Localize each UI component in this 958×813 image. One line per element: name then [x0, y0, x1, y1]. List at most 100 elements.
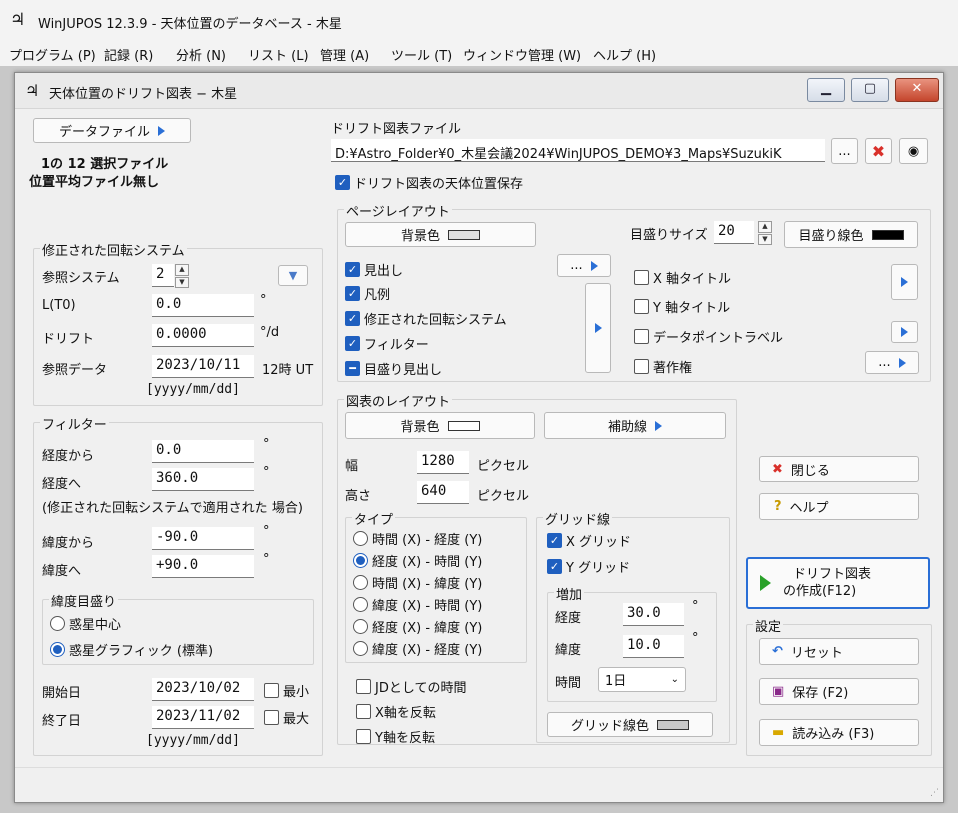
- menu-manage[interactable]: 管理 (A): [320, 45, 369, 64]
- height-field[interactable]: 640: [417, 481, 469, 504]
- checkbox-icon: [264, 683, 279, 698]
- check-data-point-labels[interactable]: データポイントラベル: [634, 327, 783, 346]
- filter-group: フィルター 経度から 0.0 ° 経度へ 360.0 ° (修正された回転システ…: [33, 414, 323, 756]
- eye-icon: ◉: [907, 143, 920, 159]
- type-option-1[interactable]: 経度 (X) - 時間 (Y): [353, 551, 482, 570]
- browse-button[interactable]: ...: [831, 138, 858, 164]
- lon-to-field[interactable]: 360.0: [152, 468, 254, 491]
- check-heading[interactable]: ✓ 見出し: [345, 260, 403, 279]
- app-title: WinJUPOS 12.3.9 - 天体位置のデータベース - 木星: [38, 17, 342, 32]
- window-titlebar: ♃ 天体位置のドリフト図表 − 木星 ▁ ▢ ✕: [15, 73, 943, 109]
- lt0-field[interactable]: 0.0: [152, 294, 254, 317]
- incr-lat-field[interactable]: 10.0: [623, 635, 684, 658]
- radio-planetocentric[interactable]: 惑星中心: [50, 614, 121, 633]
- grid-line-color-button[interactable]: グリッド線色: [547, 712, 713, 737]
- save-positions-checkbox[interactable]: ✓ ドリフト図表の天体位置保存: [335, 173, 523, 192]
- resize-grip-icon[interactable]: ⋰: [930, 788, 939, 798]
- view-file-button[interactable]: ◉: [899, 138, 928, 164]
- selection-info: 1の 12 選択ファイル: [41, 157, 169, 172]
- ref-system-spinner[interactable]: ▲ ▼: [175, 264, 189, 288]
- menu-program[interactable]: プログラム (P): [9, 45, 96, 64]
- copyright-more-button[interactable]: ...: [865, 351, 919, 374]
- menu-help[interactable]: ヘルプ (H): [593, 45, 656, 64]
- check-scale-heading[interactable]: ━ 目盛り見出し: [345, 359, 442, 378]
- scale-size-field[interactable]: 20: [714, 221, 754, 244]
- type-option-3[interactable]: 緯度 (X) - 時間 (Y): [353, 595, 482, 614]
- close-window-button[interactable]: ✕: [895, 78, 939, 102]
- radio-planetographic[interactable]: 惑星グラフィック (標準): [50, 640, 213, 659]
- width-field[interactable]: 1280: [417, 451, 469, 474]
- create-drift-chart-button[interactable]: ドリフト図表 の作成(F12): [746, 557, 930, 609]
- chart-bg-color-button[interactable]: 背景色: [345, 412, 535, 439]
- heading-more-button[interactable]: ...: [557, 254, 611, 277]
- checkbox-checked-icon: ✓: [345, 336, 360, 351]
- type-option-5[interactable]: 緯度 (X) - 経度 (Y): [353, 639, 482, 658]
- axis-title-options-button[interactable]: [891, 264, 918, 300]
- spin-up-icon[interactable]: ▲: [758, 221, 772, 233]
- scale-size-spinner[interactable]: ▲ ▼: [758, 221, 772, 245]
- radio-icon: [353, 597, 368, 612]
- menu-analysis[interactable]: 分析 (N): [176, 45, 226, 64]
- checkbox-checked-icon: ✓: [547, 533, 562, 548]
- check-x-axis-title[interactable]: X 軸タイトル: [634, 268, 731, 287]
- radio-icon: [50, 616, 65, 631]
- y-grid-checkbox[interactable]: ✓ Y グリッド: [547, 557, 630, 576]
- minimize-button[interactable]: ▁: [807, 78, 845, 102]
- flip-y-checkbox[interactable]: Y軸を反転: [356, 727, 435, 746]
- legend-options-button[interactable]: [585, 283, 611, 373]
- check-rotation-system[interactable]: ✓ 修正された回転システム: [345, 309, 507, 328]
- start-date-field[interactable]: 2023/10/02: [152, 678, 254, 701]
- time-increment-select[interactable]: 1日 ⌄: [598, 667, 686, 692]
- jupiter-symbol-icon: ♃: [25, 81, 40, 100]
- incr-time-label: 時間: [555, 676, 582, 691]
- jd-time-checkbox[interactable]: JDとしての時間: [356, 677, 466, 696]
- min-checkbox[interactable]: 最小: [264, 681, 309, 700]
- drift-chart-window: ♃ 天体位置のドリフト図表 − 木星 ▁ ▢ ✕ データファイル 1の 12 選…: [14, 72, 944, 803]
- close-button[interactable]: ✖ 閉じる: [759, 456, 919, 482]
- arrow-right-icon: [590, 260, 598, 271]
- lon-from-field[interactable]: 0.0: [152, 440, 254, 463]
- folder-icon: ▬: [772, 725, 785, 740]
- scale-line-color-button[interactable]: 目盛り線色: [784, 221, 918, 248]
- drift-field[interactable]: 0.0000: [152, 324, 254, 347]
- jupiter-symbol-icon: ♃: [10, 10, 26, 30]
- check-filter[interactable]: ✓ フィルター: [345, 334, 429, 353]
- load-settings-button[interactable]: ▬ 読み込み (F3): [759, 719, 919, 746]
- type-option-0[interactable]: 時間 (X) - 経度 (Y): [353, 529, 482, 548]
- spin-up-icon[interactable]: ▲: [175, 264, 189, 276]
- x-grid-checkbox[interactable]: ✓ X グリッド: [547, 531, 631, 550]
- ref-system-dropdown-button[interactable]: ▼: [278, 265, 308, 286]
- data-label-options-button[interactable]: [891, 321, 918, 343]
- filter-note: (修正された回転システムで適用された 場合): [42, 501, 303, 516]
- group-title: 増加: [554, 584, 585, 603]
- delete-file-button[interactable]: ✖: [865, 138, 892, 164]
- type-option-4[interactable]: 経度 (X) - 緯度 (Y): [353, 617, 482, 636]
- maximize-button[interactable]: ▢: [851, 78, 889, 102]
- ref-date-field[interactable]: 2023/10/11: [152, 355, 254, 378]
- page-bg-color-button[interactable]: 背景色: [345, 222, 536, 247]
- spin-down-icon[interactable]: ▼: [175, 276, 189, 288]
- menu-window[interactable]: ウィンドウ管理 (W): [463, 45, 581, 64]
- check-legend[interactable]: ✓ 凡例: [345, 284, 390, 303]
- ref-system-field[interactable]: 2: [152, 264, 174, 287]
- incr-lon-field[interactable]: 30.0: [623, 603, 684, 626]
- help-button[interactable]: ? ヘルプ: [759, 493, 919, 520]
- spin-down-icon[interactable]: ▼: [758, 233, 772, 245]
- drift-file-path-field[interactable]: D:¥Astro_Folder¥0_木星会議2024¥WinJUPOS_DEMO…: [331, 139, 825, 162]
- check-y-axis-title[interactable]: Y 軸タイトル: [634, 297, 730, 316]
- type-option-2[interactable]: 時間 (X) - 緯度 (Y): [353, 573, 482, 592]
- grid-lines-group: グリッド線 ✓ X グリッド ✓ Y グリッド 増加 経度 30.0 ° 緯度 10…: [536, 509, 730, 743]
- lat-to-field[interactable]: +90.0: [152, 555, 254, 578]
- end-date-field[interactable]: 2023/11/02: [152, 706, 254, 729]
- check-copyright[interactable]: 著作権: [634, 357, 692, 376]
- max-checkbox[interactable]: 最大: [264, 708, 309, 727]
- reset-button[interactable]: ↶ リセット: [759, 638, 919, 665]
- lat-from-field[interactable]: -90.0: [152, 527, 254, 550]
- aux-lines-button[interactable]: 補助線: [544, 412, 726, 439]
- menu-list[interactable]: リスト (L): [248, 45, 309, 64]
- data-file-button[interactable]: データファイル: [33, 118, 191, 143]
- menu-record[interactable]: 記録 (R): [104, 45, 153, 64]
- menu-tools[interactable]: ツール (T): [391, 45, 452, 64]
- save-settings-button[interactable]: ▣ 保存 (F2): [759, 678, 919, 705]
- flip-x-checkbox[interactable]: X軸を反転: [356, 702, 436, 721]
